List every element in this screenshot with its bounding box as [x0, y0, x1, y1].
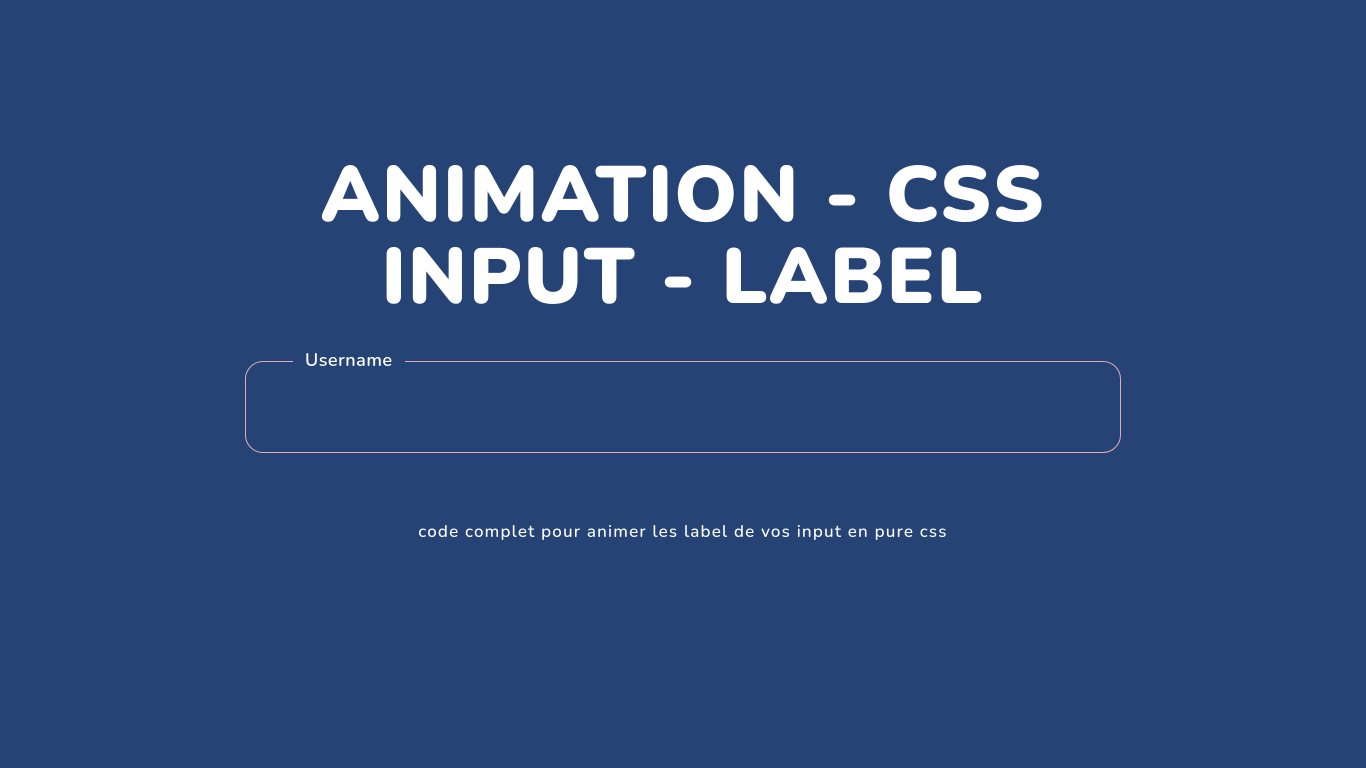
username-label: Username: [293, 349, 405, 373]
page-title: ANIMATION - CSS INPUT - LABEL: [320, 155, 1045, 319]
username-field-box: [245, 361, 1121, 453]
title-line-2: INPUT - LABEL: [320, 237, 1045, 319]
username-input[interactable]: [246, 362, 1120, 452]
subtitle-text: code complet pour animer les label de vo…: [418, 521, 947, 544]
username-field-wrap: Username: [245, 361, 1121, 453]
